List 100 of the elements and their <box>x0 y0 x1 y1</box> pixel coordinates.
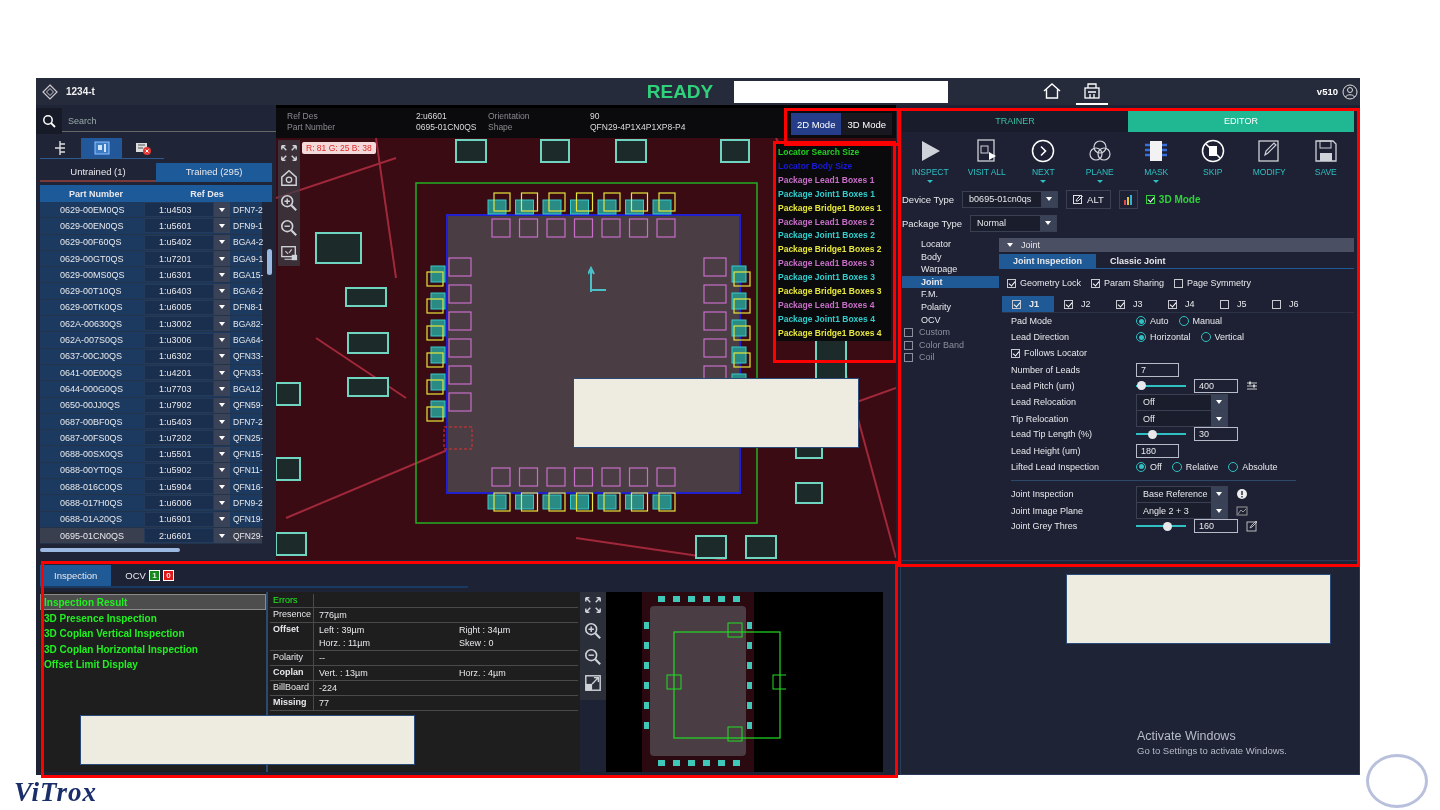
table-row[interactable]: 0629-00MS0QS 1:u6301 BGA15- <box>40 267 262 284</box>
ref-des-field[interactable]: 1:u4503 <box>144 202 214 218</box>
zoom-out-icon[interactable] <box>280 219 298 237</box>
result-item[interactable]: Offset Limit Display <box>40 656 266 672</box>
dropdown-button[interactable] <box>214 414 230 429</box>
category-item[interactable]: Body <box>902 250 999 264</box>
edit-icon[interactable] <box>1246 520 1258 533</box>
dropdown-button[interactable] <box>214 479 230 495</box>
input-field[interactable]: 180 <box>1136 443 1179 458</box>
image-icon[interactable] <box>1236 504 1248 517</box>
dropdown-button[interactable] <box>214 381 230 397</box>
category-checkbox[interactable]: Color Band <box>902 338 999 352</box>
mode-3d-checkbox[interactable]: 3D Mode <box>1145 193 1201 205</box>
toolbar-button[interactable]: SKIP <box>1184 138 1241 186</box>
adjust-icon[interactable] <box>1246 379 1258 392</box>
input-field[interactable]: 7 <box>1136 362 1179 377</box>
ref-des-field[interactable]: 1:u5904 <box>144 479 214 495</box>
radio-option[interactable]: Manual <box>1178 316 1223 327</box>
ref-des-field[interactable]: 1:u7703 <box>144 381 214 397</box>
table-row[interactable]: 0688-016C0QS 1:u5904 QFN16- <box>40 479 262 496</box>
input-field[interactable]: 400 <box>1194 378 1238 393</box>
category-item[interactable]: Joint <box>902 275 999 289</box>
dropdown-button[interactable] <box>214 365 230 381</box>
table-row[interactable]: 062A-00630QS 1:u3002 BGA82- <box>40 316 262 333</box>
home-view-icon[interactable] <box>280 169 298 187</box>
result-item[interactable]: 3D Presence Inspection <box>40 609 266 626</box>
radio-option[interactable]: Absolute <box>1228 461 1278 472</box>
chart-button[interactable] <box>1118 189 1138 209</box>
result-tab[interactable]: OCV 1 0 <box>111 565 188 586</box>
dropdown-button[interactable] <box>214 332 230 348</box>
board-view-tab[interactable] <box>81 138 122 158</box>
mode-button[interactable]: 2D Mode <box>790 113 842 135</box>
category-item[interactable]: Polarity <box>902 300 999 314</box>
section-header[interactable]: Joint <box>999 238 1354 252</box>
radio-option[interactable]: Relative <box>1171 461 1219 472</box>
toolbar-button[interactable]: PLANE <box>1071 138 1128 186</box>
joint-tab[interactable]: J5 <box>1210 296 1262 312</box>
ref-des-field[interactable]: 1:u5501 <box>144 446 214 462</box>
checkbox[interactable]: Geometry Lock <box>1007 278 1082 288</box>
zoom-in-icon[interactable] <box>280 194 298 212</box>
ref-des-field[interactable]: 1:u4201 <box>144 365 214 381</box>
dropdown-button[interactable] <box>214 528 230 544</box>
slider-thumb[interactable] <box>1147 429 1157 439</box>
table-row[interactable]: 0644-000G0QS 1:u7703 BGA12- <box>40 381 262 398</box>
radio-option[interactable]: Horizontal <box>1136 332 1191 343</box>
ref-des-field[interactable]: 1:u5403 <box>144 414 214 429</box>
alt-button[interactable]: ALT <box>1066 189 1111 209</box>
dropdown[interactable]: Normal <box>970 214 1058 232</box>
dropdown[interactable]: b0695-01cn0qs <box>962 190 1059 208</box>
ref-des-field[interactable]: 2:u6601 <box>144 528 214 544</box>
dropdown[interactable]: Base Reference <box>1136 485 1228 503</box>
dropdown-button[interactable] <box>214 316 230 332</box>
table-row[interactable]: 0687-00FS0QS 1:u7202 QFN25- <box>40 430 262 447</box>
result-tab[interactable]: Inspection <box>40 565 112 586</box>
category-item[interactable]: Warpage <box>902 263 999 276</box>
category-item[interactable]: F.M. <box>902 288 999 301</box>
dropdown-button[interactable] <box>214 430 230 446</box>
user-icon[interactable] <box>1342 83 1358 100</box>
search-field[interactable]: Search <box>62 110 276 132</box>
slider-thumb[interactable] <box>1136 381 1146 391</box>
table-row[interactable]: 0688-017H0QS 1:u6006 DFN9-2 <box>40 495 262 512</box>
result-item[interactable]: 3D Coplan Vertical Inspection <box>40 625 266 641</box>
radio-option[interactable]: Auto <box>1136 316 1169 327</box>
sub-tab[interactable]: Joint Inspection <box>999 254 1096 268</box>
dropdown-button[interactable] <box>214 267 230 283</box>
radio-option[interactable]: Vertical <box>1200 332 1245 343</box>
table-row[interactable]: 0629-00EM0QS 1:u4503 DFN7-2 <box>40 202 262 219</box>
mode-tab[interactable]: TRAINER <box>902 109 1128 132</box>
result-item[interactable]: Inspection Result <box>40 594 266 610</box>
toolbar-button[interactable]: NEXT <box>1015 138 1072 186</box>
category-checkbox[interactable]: Coil <box>902 351 999 364</box>
ref-des-field[interactable]: 1:u7202 <box>144 430 214 446</box>
toolbar-button[interactable]: SAVE <box>1297 138 1354 186</box>
mode-button[interactable]: 3D Mode <box>841 113 892 135</box>
joint-tab[interactable]: J4 <box>1158 296 1210 312</box>
ref-des-field[interactable]: 1:u7201 <box>144 251 214 267</box>
dropdown-button[interactable] <box>214 251 230 267</box>
joint-tab[interactable]: J3 <box>1106 296 1158 312</box>
dropdown-button[interactable] <box>214 218 230 234</box>
scrollbar-thumb[interactable] <box>267 249 272 275</box>
fit-view-icon[interactable] <box>280 144 298 162</box>
table-row[interactable]: 062A-007S0QS 1:u3006 BGA64- <box>40 332 262 349</box>
ref-des-field[interactable]: 1:u3006 <box>144 332 214 348</box>
slider-track[interactable] <box>1136 525 1186 528</box>
expand-icon[interactable] <box>584 674 602 692</box>
slider-track[interactable] <box>1136 384 1186 387</box>
fit-view-icon[interactable] <box>584 596 602 614</box>
toolbar-button[interactable]: INSPECT <box>902 138 959 186</box>
joint-tab[interactable]: J6 <box>1262 296 1314 312</box>
dropdown[interactable]: Off <box>1136 410 1228 428</box>
slider-thumb[interactable] <box>1162 521 1172 531</box>
result-item[interactable]: 3D Coplan Horizontal Inspection <box>40 640 266 657</box>
checkbox[interactable]: Follows Locator <box>1011 348 1354 359</box>
joint-tab[interactable]: J1 <box>1002 296 1054 312</box>
joint-tab[interactable]: J2 <box>1054 296 1106 312</box>
table-row[interactable]: 0629-00EN0QS 1:u5601 DFN9-1 <box>40 218 262 235</box>
input-field[interactable]: 160 <box>1194 519 1238 534</box>
dropdown-button[interactable] <box>214 202 230 218</box>
ref-des-field[interactable]: 1:u6006 <box>144 495 214 511</box>
ref-des-field[interactable]: 1:u6301 <box>144 267 214 283</box>
